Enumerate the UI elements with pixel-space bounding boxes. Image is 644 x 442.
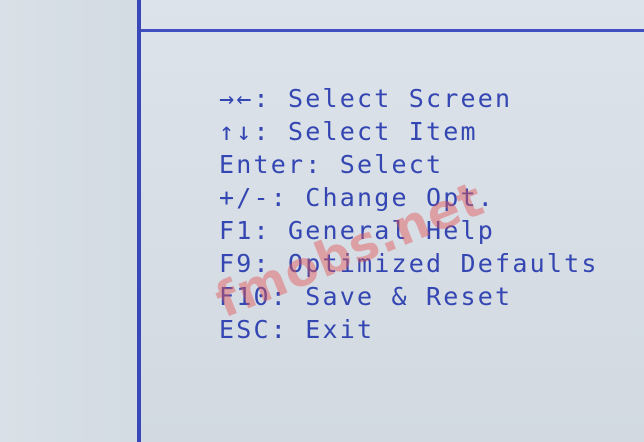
help-action: Select Screen <box>288 84 513 113</box>
help-key: F1 <box>219 216 254 245</box>
help-separator: : <box>270 282 306 311</box>
left-panel <box>0 0 137 442</box>
help-action: Select Item <box>288 117 478 146</box>
help-key: F10 <box>219 282 271 311</box>
help-action: General Help <box>288 216 496 245</box>
vertical-divider <box>137 0 141 442</box>
help-key: Enter <box>219 150 306 179</box>
help-separator: : <box>270 315 306 344</box>
help-separator: : <box>270 183 306 212</box>
help-list: →←: Select Screen ↑↓: Select Item Enter:… <box>150 49 599 344</box>
horizontal-divider <box>141 29 644 32</box>
help-item-select-screen: →←: Select Screen <box>150 49 599 113</box>
help-key: ESC <box>219 315 271 344</box>
help-separator: : <box>253 117 289 146</box>
help-key: +/- <box>219 183 271 212</box>
help-action: Change Opt. <box>305 183 496 212</box>
help-action: Exit <box>305 315 375 344</box>
help-key: F9 <box>219 249 254 278</box>
help-action: Select <box>339 150 444 179</box>
help-separator: : <box>253 84 289 113</box>
up-down-arrows-icon: ↑↓ <box>219 117 254 146</box>
help-action: Save & Reset <box>305 282 513 311</box>
help-separator: : <box>305 150 340 179</box>
help-action: Optimized Defaults <box>288 249 599 278</box>
help-separator: : <box>253 249 289 278</box>
help-separator: : <box>253 216 289 245</box>
left-right-arrows-icon: →← <box>219 84 254 113</box>
